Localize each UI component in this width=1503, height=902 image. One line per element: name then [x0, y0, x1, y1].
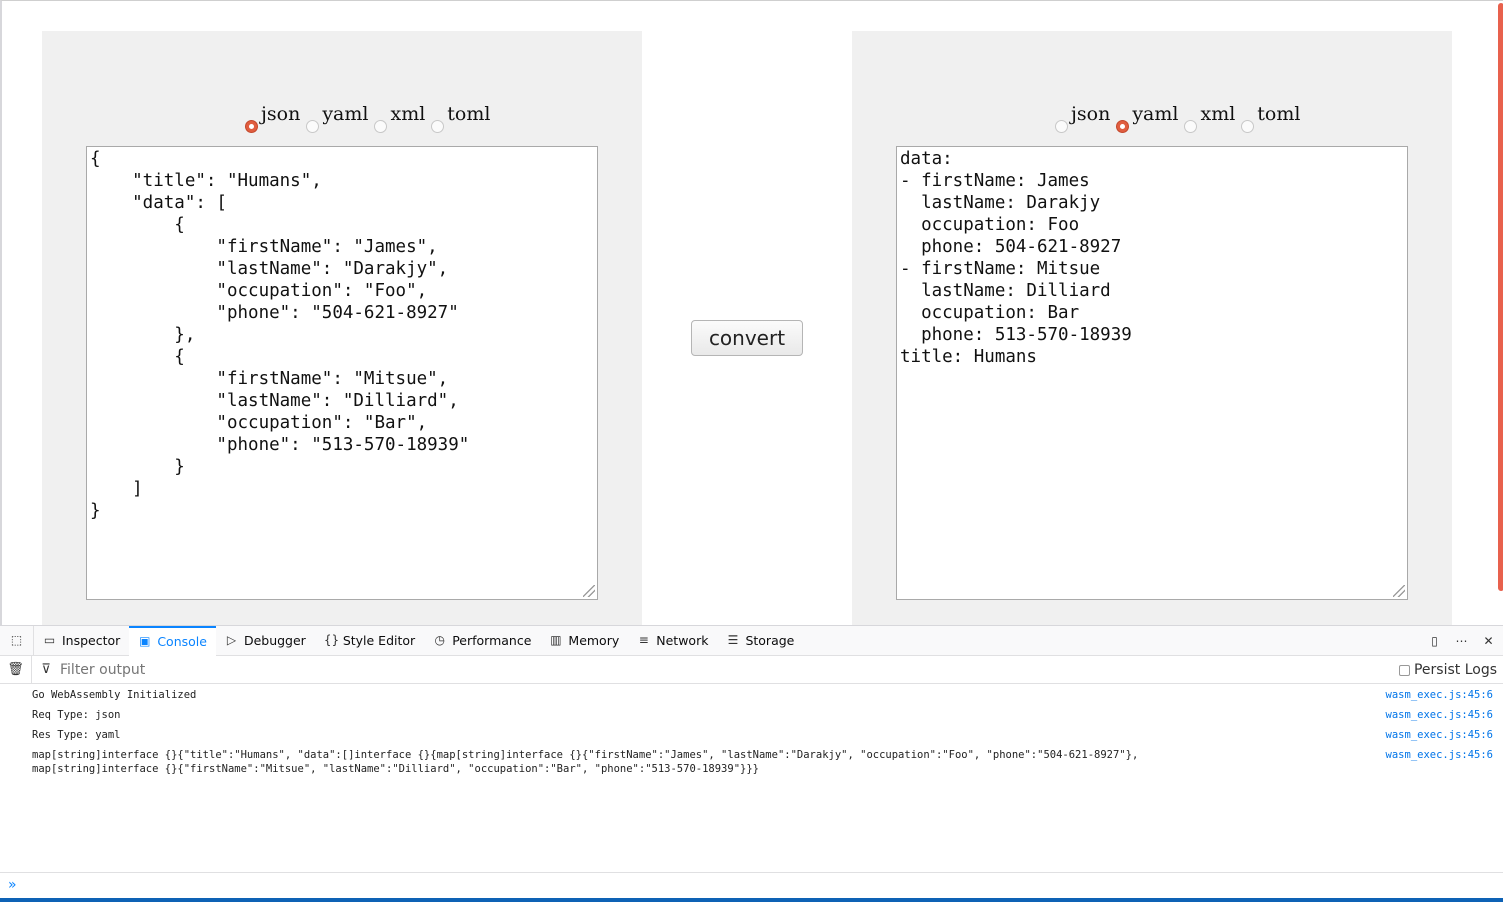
output-panel: json yaml xml toml data: - firstName: Ja…: [852, 31, 1452, 625]
tab-label: Inspector: [62, 633, 121, 648]
console-output: Go WebAssembly Initialized wasm_exec.js:4…: [0, 684, 1503, 873]
filter-icon: ⊽: [41, 662, 51, 677]
dock-icon[interactable]: ▯: [1428, 634, 1441, 648]
console-message-text: Go WebAssembly Initialized: [32, 689, 197, 701]
tab-debugger[interactable]: ▷ Debugger: [216, 626, 315, 656]
tab-network[interactable]: ≡ Network: [628, 626, 717, 656]
radio-icon[interactable]: [431, 120, 445, 133]
network-icon: ≡: [638, 633, 649, 647]
console-message-text: map[string]interface {}{"title":"Humans"…: [32, 749, 1139, 775]
tab-inspector[interactable]: ▭ Inspector: [34, 626, 129, 656]
output-format-json[interactable]: json: [1055, 103, 1110, 133]
tab-console[interactable]: ▣ Console: [129, 625, 216, 656]
persist-logs-checkbox[interactable]: [1398, 664, 1410, 676]
devtools-pane: ⬚ ▭ Inspector ▣ Console ▷ Debugger {} Style Edi…: [0, 625, 1503, 902]
console-message-text: Req Type: json: [32, 709, 121, 721]
tab-storage[interactable]: ☰ Storage: [717, 626, 803, 656]
console-message-source-link[interactable]: wasm_exec.js:45:6: [1386, 748, 1493, 762]
style-editor-icon: {}: [323, 633, 340, 647]
console-prompt-icon: »: [8, 877, 17, 893]
radio-icon[interactable]: [1184, 120, 1198, 133]
console-filter-bar: 🗑 ⊽ Persist Logs: [0, 655, 1503, 684]
radio-icon[interactable]: [1055, 120, 1068, 133]
tab-memory[interactable]: ▥ Memory: [540, 626, 628, 656]
console-message-text: Res Type: yaml: [32, 729, 121, 741]
inspector-icon: ▭: [43, 633, 56, 647]
console-icon: ▣: [139, 634, 151, 648]
input-format-json[interactable]: json: [245, 103, 300, 133]
output-format-yaml[interactable]: yaml: [1116, 103, 1178, 133]
tab-label: Console: [157, 634, 207, 649]
tab-label: Memory: [568, 633, 620, 648]
output-format-toml[interactable]: toml: [1241, 103, 1300, 133]
console-message-source-link[interactable]: wasm_exec.js:45:6: [1386, 728, 1493, 742]
input-panel: json yaml xml toml { "title": "Humans", …: [42, 31, 642, 625]
persist-logs-toggle[interactable]: Persist Logs: [1398, 656, 1497, 684]
devtools-toolbar: ⬚ ▭ Inspector ▣ Console ▷ Debugger {} Style Edi…: [0, 625, 1503, 656]
input-format-yaml[interactable]: yaml: [306, 103, 368, 133]
tab-label: Storage: [745, 633, 795, 648]
app-viewport: json yaml xml toml { "title": "Humans", …: [0, 0, 1503, 625]
close-icon[interactable]: ✕: [1482, 634, 1495, 648]
filter-output-input[interactable]: [60, 658, 360, 681]
radio-icon[interactable]: [1116, 120, 1130, 133]
window-bottom-border: [0, 898, 1503, 902]
input-format-xml[interactable]: xml: [374, 103, 425, 133]
tab-label: Style Editor: [342, 633, 416, 648]
tab-style-editor[interactable]: {} Style Editor: [315, 626, 424, 656]
tab-performance[interactable]: ◷ Performance: [424, 626, 540, 656]
tab-label: Performance: [452, 633, 532, 648]
output-textarea[interactable]: data: - firstName: James lastName: Darak…: [896, 146, 1408, 600]
resize-grip-icon[interactable]: [1393, 585, 1405, 597]
performance-icon: ◷: [434, 633, 445, 647]
memory-icon: ▥: [550, 633, 562, 647]
devtools-tabs: ▭ Inspector ▣ Console ▷ Debugger {} Style Edito…: [34, 625, 803, 656]
tab-label: Debugger: [243, 633, 306, 648]
element-picker-icon[interactable]: ⬚: [0, 625, 34, 656]
output-format-xml[interactable]: xml: [1184, 103, 1235, 133]
tab-label: Network: [656, 633, 709, 648]
output-format-selector: json yaml xml toml: [1055, 103, 1306, 133]
console-message-source-link[interactable]: wasm_exec.js:45:6: [1386, 688, 1493, 702]
more-options-icon[interactable]: ⋯: [1455, 634, 1468, 648]
page-scrollbar[interactable]: [1498, 3, 1503, 591]
radio-icon[interactable]: [306, 120, 320, 133]
input-format-toml[interactable]: toml: [431, 103, 490, 133]
resize-grip-icon[interactable]: [583, 585, 595, 597]
radio-icon[interactable]: [245, 120, 258, 133]
convert-button[interactable]: convert: [691, 320, 803, 356]
clear-console-icon[interactable]: 🗑: [0, 655, 32, 684]
console-input[interactable]: »: [0, 872, 1503, 898]
debugger-icon: ▷: [226, 633, 237, 647]
input-format-selector: json yaml xml toml: [245, 103, 496, 133]
storage-icon: ☰: [727, 633, 739, 647]
radio-icon[interactable]: [1241, 120, 1255, 133]
devtools-controls: ▯ ⋯ ✕: [1428, 626, 1495, 656]
console-message-source-link[interactable]: wasm_exec.js:45:6: [1386, 708, 1493, 722]
radio-icon[interactable]: [374, 120, 388, 133]
input-textarea[interactable]: { "title": "Humans", "data": [ { "firstN…: [86, 146, 598, 600]
